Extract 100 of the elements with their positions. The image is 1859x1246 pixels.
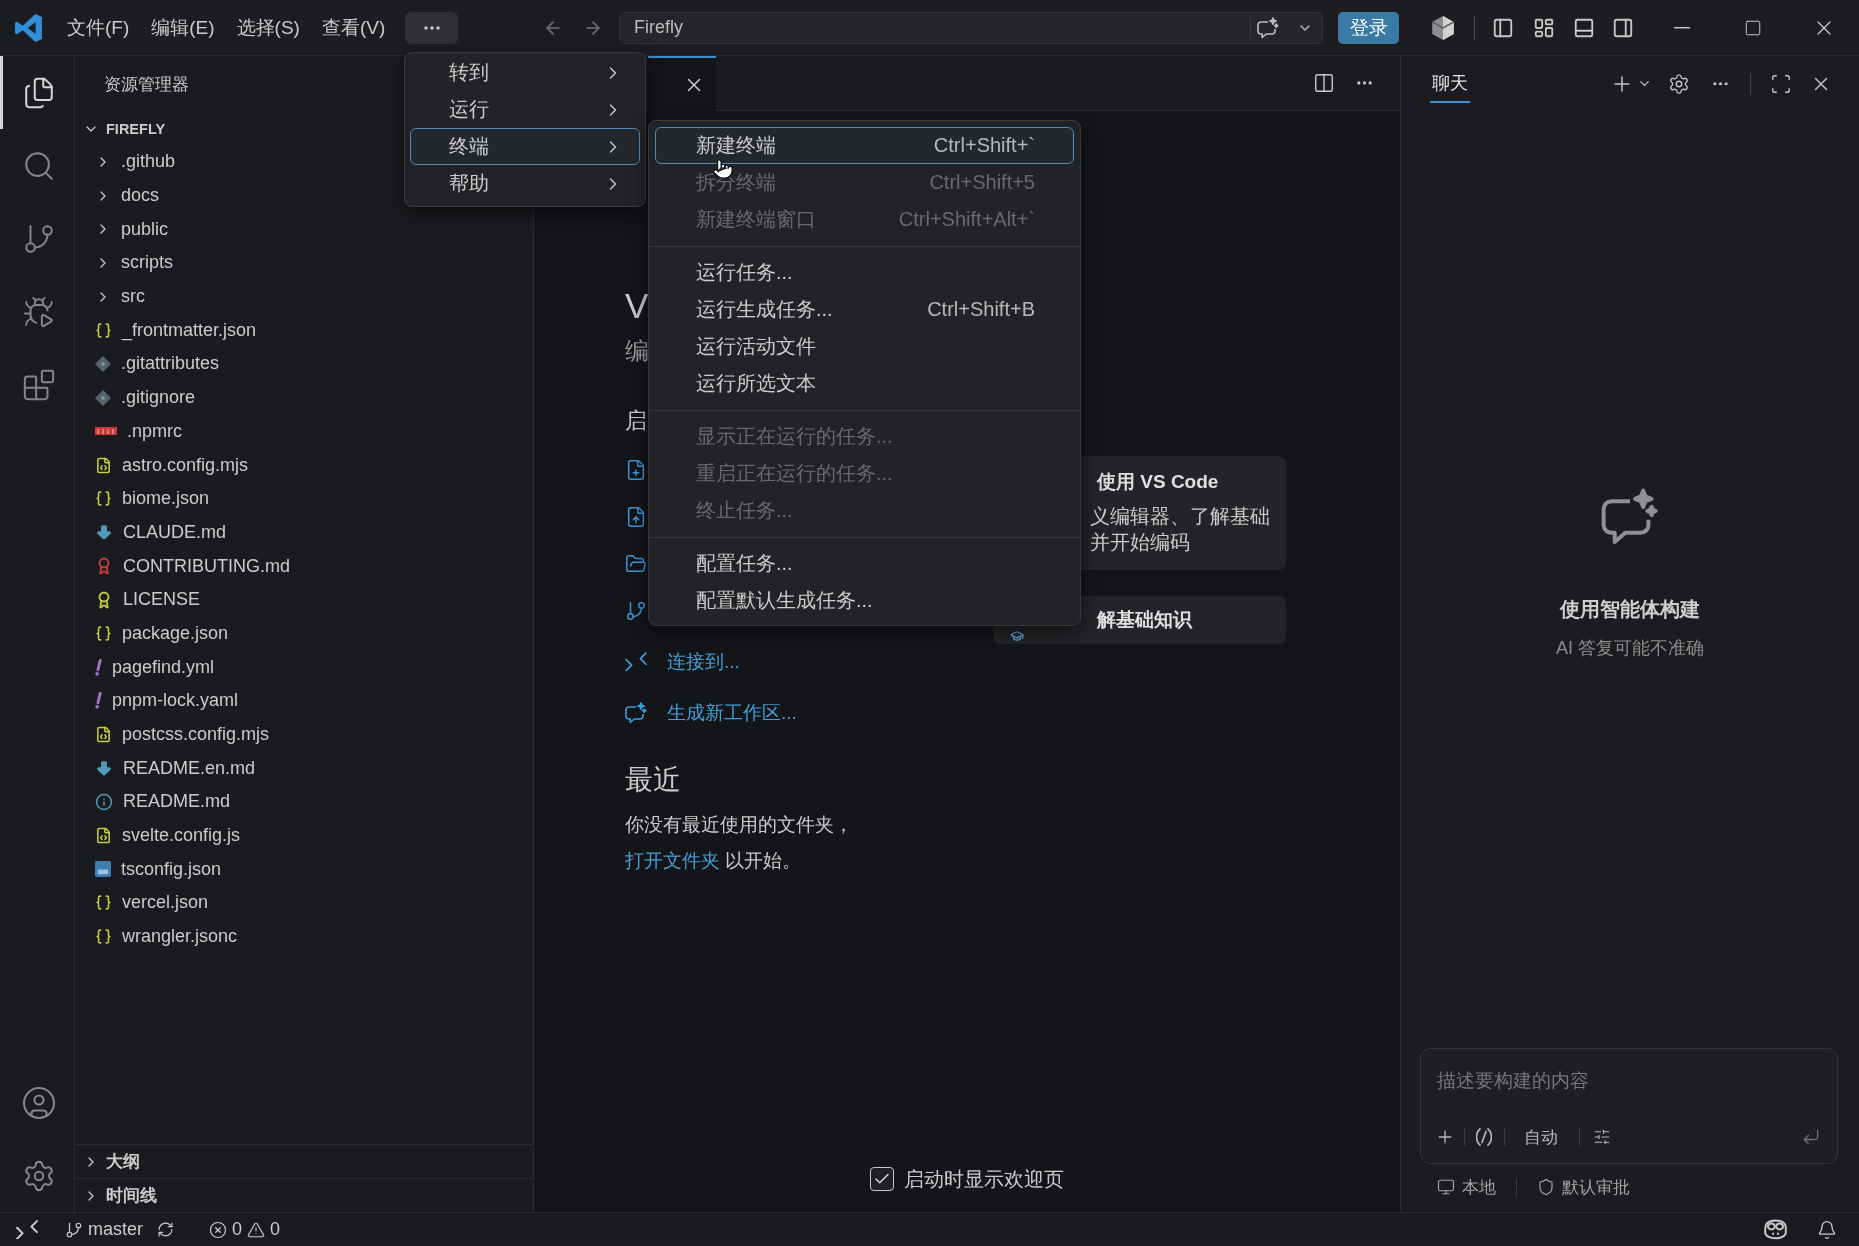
goggles-icon: [1764, 1219, 1787, 1240]
file-tree-item[interactable]: tsconfig.json: [75, 852, 533, 887]
shortcut-label: Ctrl+Shift+`: [933, 134, 1035, 157]
start-link[interactable]: 生成新工作区...: [667, 699, 797, 726]
file-tree-item[interactable]: .gitignore: [75, 380, 533, 415]
mode-button[interactable]: 自动: [1514, 1123, 1568, 1151]
menu-item[interactable]: 帮助: [410, 165, 640, 202]
branch-icon: [625, 599, 647, 622]
braces-icon: [95, 894, 112, 912]
file-tree-item[interactable]: LICENSE: [75, 582, 533, 617]
file-tree-item[interactable]: svelte.config.js: [75, 818, 533, 853]
file-tree-item[interactable]: README.en.md: [75, 751, 533, 786]
code-icon: [1476, 1128, 1492, 1146]
cube-icon: [1432, 15, 1454, 40]
enter-icon: [1801, 1127, 1821, 1147]
chat-tab[interactable]: 聊天: [1430, 64, 1470, 103]
more-icon: [423, 25, 440, 30]
file-tree-item[interactable]: CLAUDE.md: [75, 515, 533, 550]
menu-item[interactable]: 转到: [410, 54, 640, 91]
sign-in-button[interactable]: 登录: [1338, 11, 1399, 44]
file-tree-item[interactable]: package.json: [75, 616, 533, 651]
menu-bar-item[interactable]: 查看(V): [310, 11, 397, 44]
walkthrough-description: 义编辑器、了解基础: [1090, 504, 1270, 529]
bell-icon: [1817, 1219, 1837, 1240]
workspace-title: Firefly: [634, 17, 683, 38]
panel-left-icon: [1492, 16, 1514, 39]
menu-bar-item[interactable]: 选择(S): [225, 11, 311, 44]
chat-footer-button[interactable]: 本地: [1437, 1175, 1496, 1199]
command-center[interactable]: Firefly: [619, 11, 1323, 44]
menu-item[interactable]: 新建终端 Ctrl+Shift+`: [655, 127, 1074, 164]
app-logo-icon: [14, 13, 42, 42]
branch-icon: [65, 1220, 83, 1239]
menu-item[interactable]: 运行所选文本: [655, 365, 1074, 402]
file-tree-item[interactable]: README.md: [75, 785, 533, 819]
folder-tree-item[interactable]: src: [75, 279, 533, 314]
recent-heading: 最近: [625, 763, 681, 797]
menu-bar-item[interactable]: 编辑(E): [140, 11, 226, 44]
warning-count: 0: [270, 1219, 281, 1240]
chat-sparkle-icon: [625, 701, 647, 724]
file-up-icon: [625, 505, 647, 528]
file-tree-item[interactable]: _frontmatter.json: [75, 313, 533, 348]
account-icon: [20, 1084, 57, 1121]
folder-tree-item[interactable]: scripts: [75, 246, 533, 280]
file-tree-item[interactable]: wrangler.jsonc: [75, 919, 533, 954]
menu-item[interactable]: 运行生成任务... Ctrl+Shift+B: [655, 291, 1074, 328]
file-tree-item[interactable]: CONTRIBUTING.md: [75, 549, 533, 583]
editor-tab[interactable]: [648, 56, 716, 111]
menu-item[interactable]: 运行任务...: [655, 254, 1074, 291]
walkthrough-title: 解基础知识: [1097, 608, 1192, 632]
chat-input-box[interactable]: 描述要构建的内容 自动: [1420, 1048, 1838, 1164]
start-link[interactable]: 连接到...: [667, 648, 740, 675]
tile-icon: [95, 861, 111, 878]
menu-bar-item[interactable]: 文件(F): [56, 11, 141, 44]
folder-tree-item[interactable]: public: [75, 212, 533, 247]
bug-play-icon: [21, 294, 56, 329]
shortcut-label: Ctrl+Shift+B: [927, 298, 1035, 321]
more-menu-button[interactable]: [405, 11, 458, 44]
shield-icon: [1537, 1178, 1555, 1196]
chat-sparkle-icon: [1601, 488, 1659, 546]
chat-footer-button[interactable]: 默认审批: [1537, 1175, 1630, 1199]
file-tree-item[interactable]: vercel.json: [75, 886, 533, 920]
diamond-icon: [95, 355, 111, 372]
open-folder-link[interactable]: 打开文件夹: [625, 850, 720, 871]
section-header[interactable]: 大纲: [75, 1144, 533, 1178]
problems-button[interactable]: 0 0: [205, 1214, 285, 1245]
maximize-icon: [1743, 18, 1762, 37]
file-tree-item[interactable]: pagefind.yml: [75, 650, 533, 684]
welcome-title: V: [625, 286, 649, 326]
minimize-icon: [1673, 26, 1690, 29]
striped-tag-icon: [95, 427, 117, 436]
menu-item[interactable]: 终端: [410, 128, 640, 165]
arrow-down-icon: [95, 523, 113, 542]
more-icon: [1712, 81, 1728, 86]
file-tree-item[interactable]: .gitattributes: [75, 347, 533, 381]
walkthrough-title: 使用 VS Code: [1097, 470, 1220, 494]
chat-input-field[interactable]: 描述要构建的内容: [1434, 1066, 1822, 1096]
branch-button[interactable]: master: [61, 1214, 147, 1245]
braces-icon: [95, 321, 112, 339]
mortarboard-icon: [1010, 629, 1024, 643]
start-heading: 启: [625, 407, 647, 435]
chevrons-icon: [625, 651, 647, 672]
recent-text: 你没有最近使用的文件夹， 打开文件夹 以开始。: [625, 813, 854, 873]
file-tree-item[interactable]: .npmrc: [75, 414, 533, 449]
maximize-icon: [1770, 72, 1792, 95]
menu-item[interactable]: 运行活动文件: [655, 328, 1074, 365]
braces-icon: [95, 928, 112, 946]
info-icon: [95, 792, 113, 811]
split-icon: [1313, 72, 1335, 94]
diamond-icon: [95, 389, 111, 406]
layout-icon: [1533, 16, 1555, 39]
menu-item[interactable]: 运行: [410, 91, 640, 128]
file-tree-item[interactable]: pnpm-lock.yaml: [75, 684, 533, 718]
arrow-down-icon: [95, 759, 113, 778]
file-tree-item[interactable]: biome.json: [75, 481, 533, 516]
sidebar-title: 资源管理器: [104, 73, 189, 96]
braces-icon: [95, 490, 112, 508]
file-tree-item[interactable]: astro.config.mjs: [75, 448, 533, 482]
file-tree-item[interactable]: postcss.config.mjs: [75, 717, 533, 752]
panel-bottom-icon: [1573, 16, 1595, 39]
startup-checkbox[interactable]: [870, 1167, 894, 1191]
